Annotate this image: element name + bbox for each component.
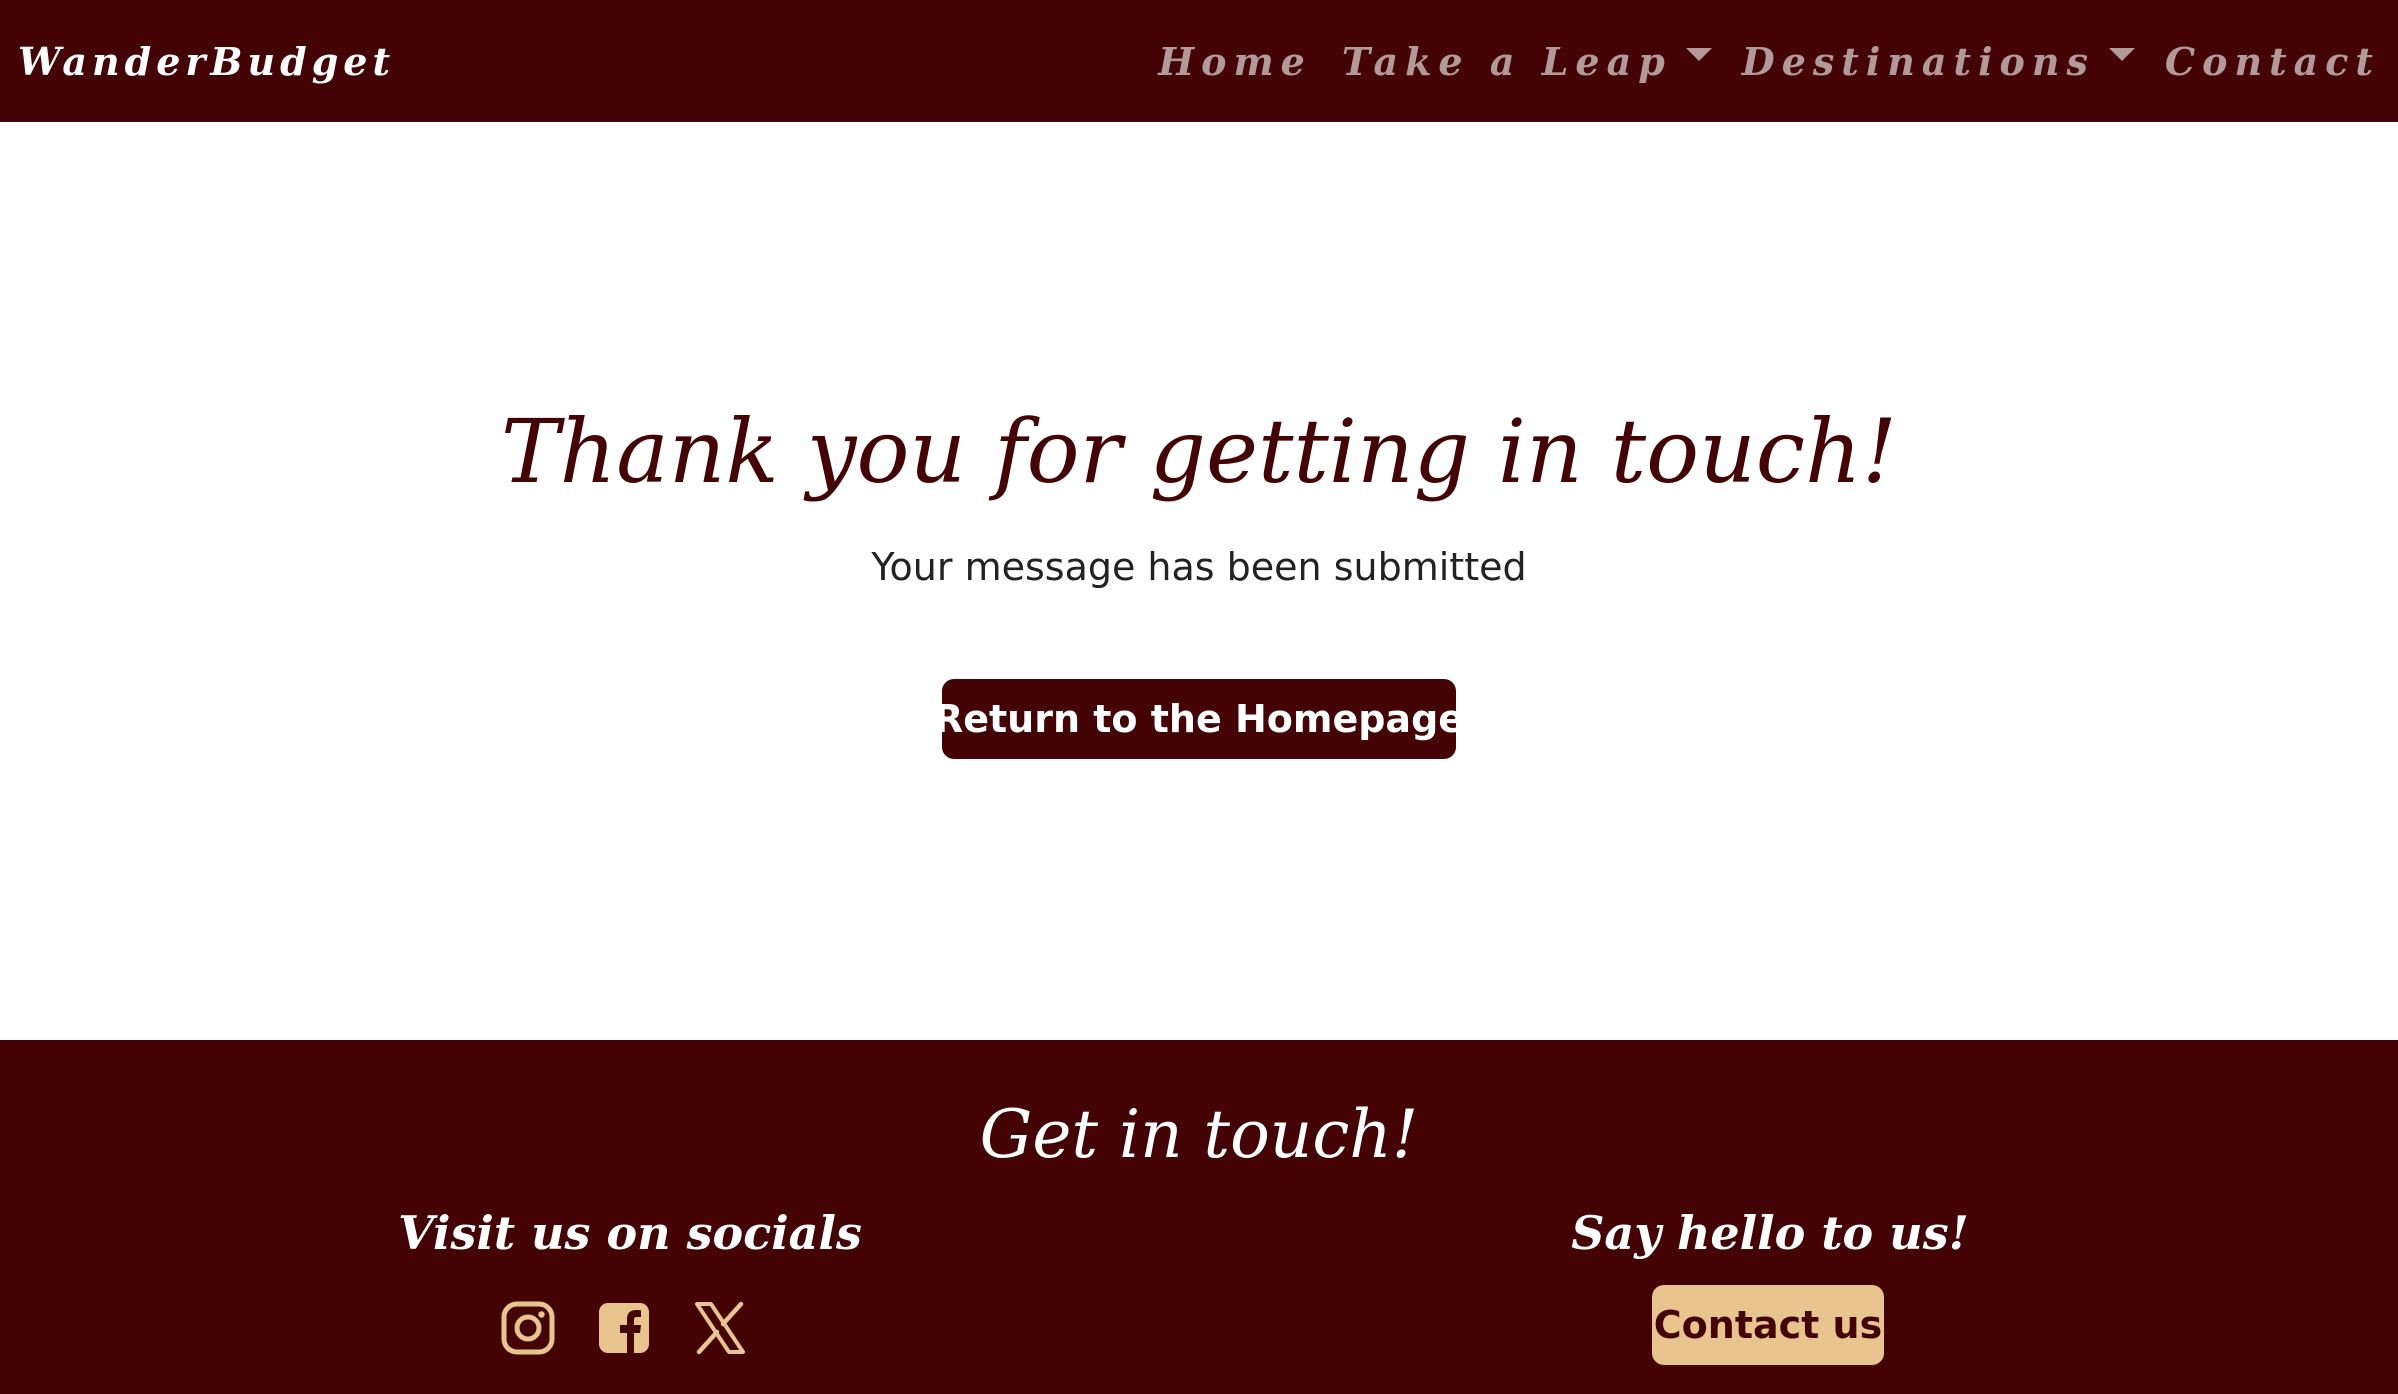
nav-contact-link[interactable]: Contact (2165, 39, 2380, 84)
caret-down-icon (2108, 47, 2135, 61)
nav-destinations-dropdown[interactable]: Destinations (1742, 39, 2135, 84)
nav-destinations-label: Destinations (1741, 38, 2095, 84)
nav-links: Home Take a Leap Destinations Contact (1128, 39, 2380, 84)
contact-us-button[interactable]: Contact us (1652, 1285, 1884, 1365)
facebook-icon[interactable] (596, 1300, 652, 1356)
caret-down-icon (1685, 47, 1712, 61)
brand-logo[interactable]: WanderBudget (18, 39, 395, 84)
footer: Get in touch! Visit us on socials Say he… (0, 1040, 2398, 1394)
say-hello-heading: Say hello to us! (1571, 1206, 1969, 1260)
nav-take-a-leap-dropdown[interactable]: Take a Leap (1342, 39, 1712, 84)
instagram-icon[interactable] (500, 1300, 556, 1356)
nav-contact-label: Contact (2164, 38, 2380, 84)
confirmation-message: Your message has been submitted (871, 545, 1527, 589)
footer-title: Get in touch! (979, 1096, 1419, 1173)
nav-home-link[interactable]: Home (1158, 39, 1312, 84)
nav-take-a-leap-label: Take a Leap (1341, 38, 1672, 84)
main-content: Thank you for getting in touch! Your mes… (0, 122, 2398, 1040)
socials-heading: Visit us on socials (398, 1206, 862, 1260)
social-links (500, 1300, 748, 1356)
nav-home-label: Home (1158, 38, 1312, 84)
navbar: WanderBudget Home Take a Leap Destinatio… (0, 0, 2398, 122)
return-home-button[interactable]: Return to the Homepage (934, 679, 1464, 759)
page-title: Thank you for getting in touch! (500, 400, 1898, 503)
x-icon[interactable] (692, 1300, 748, 1356)
